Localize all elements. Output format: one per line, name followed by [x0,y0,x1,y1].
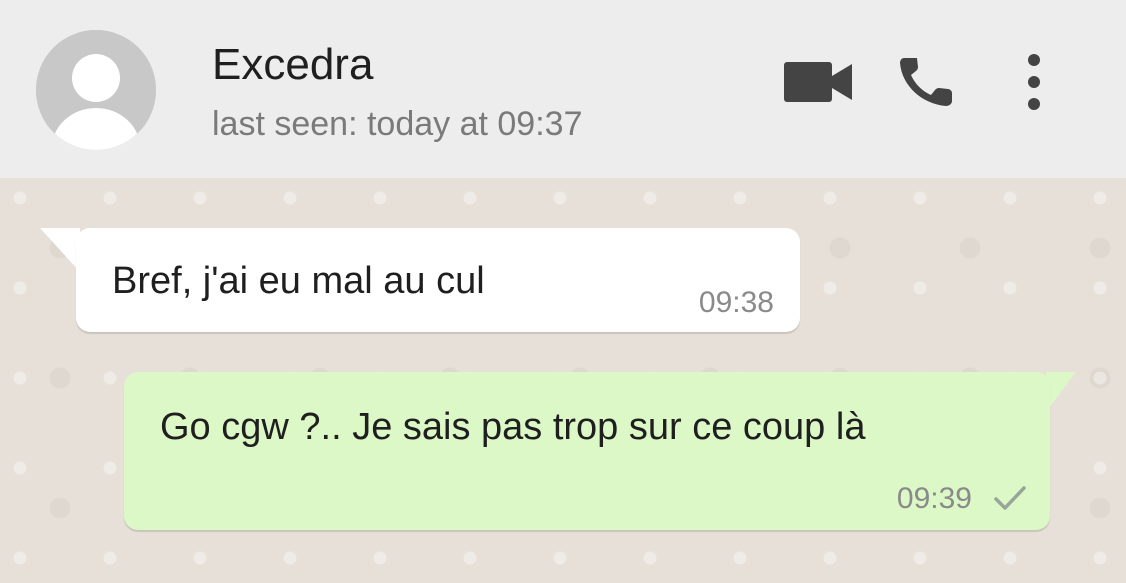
avatar-placeholder-icon [36,30,156,150]
chat-area[interactable]: Bref, j'ai eu mal au cul 09:38 Go cgw ?.… [0,178,1126,583]
chat-header: Excedra last seen: today at 09:37 [0,0,1126,178]
sent-check-icon [994,486,1026,510]
message-time: 09:39 [896,482,972,515]
incoming-message[interactable]: Bref, j'ai eu mal au cul 09:38 [76,228,800,332]
message-text: Bref, j'ai eu mal au cul [112,260,485,302]
more-options-icon[interactable] [1020,52,1048,112]
voice-call-icon[interactable] [896,54,956,110]
outgoing-bubble-tail [1046,372,1076,412]
incoming-bubble-tail [40,228,80,272]
message-time: 09:38 [698,286,774,319]
avatar[interactable] [36,30,156,150]
message-text: Go cgw ?.. Je sais pas trop sur ce coup … [160,406,866,448]
last-seen-status: last seen: today at 09:37 [212,105,583,143]
contact-name[interactable]: Excedra [212,40,373,90]
video-call-icon[interactable] [782,56,854,108]
outgoing-message[interactable]: Go cgw ?.. Je sais pas trop sur ce coup … [124,372,1050,530]
